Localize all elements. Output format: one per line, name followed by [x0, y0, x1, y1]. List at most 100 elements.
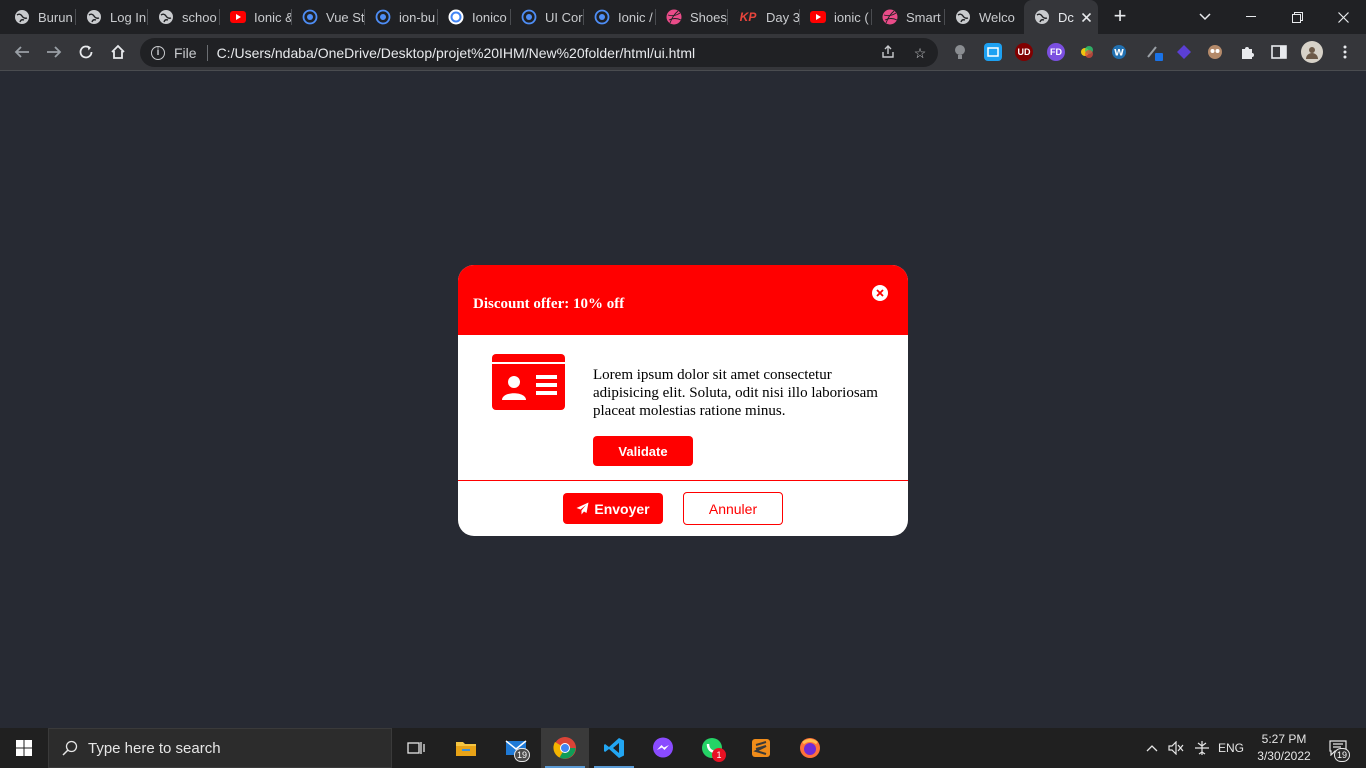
fd-extension-icon[interactable]: FD: [1047, 43, 1065, 61]
close-window-button[interactable]: [1320, 0, 1366, 34]
browser-tab[interactable]: ionic (: [800, 0, 872, 34]
minimize-button[interactable]: [1228, 0, 1274, 34]
svg-text:W: W: [1114, 49, 1124, 59]
globe-icon: [955, 9, 971, 25]
start-button[interactable]: [0, 728, 48, 768]
arrow-right-icon: [47, 46, 62, 58]
network-button[interactable]: [1190, 728, 1214, 768]
close-icon: [1337, 11, 1349, 23]
reload-icon: [79, 45, 93, 59]
browser-tab[interactable]: Vue St: [292, 0, 365, 34]
tab-title: Welco: [979, 9, 1015, 25]
pen-extension-icon[interactable]: [1146, 43, 1164, 61]
tab-title: Dc: [1058, 9, 1074, 25]
colorzilla-icon[interactable]: [1078, 43, 1096, 61]
browser-tab[interactable]: UI Cor: [511, 0, 584, 34]
tab-title: Burun: [38, 9, 73, 25]
address-bar[interactable]: i File C:/Users/ndaba/OneDrive/Desktop/p…: [140, 38, 938, 67]
notification-center-button[interactable]: 19: [1320, 728, 1356, 768]
modal-title: Discount offer: 10% off: [473, 296, 625, 312]
browser-tab[interactable]: Ionic /: [584, 0, 656, 34]
taskbar-search[interactable]: Type here to search: [48, 728, 392, 768]
validate-button[interactable]: Validate: [593, 436, 693, 466]
url-text[interactable]: C:/Users/ndaba/OneDrive/Desktop/projet%2…: [217, 45, 696, 61]
tab-title: ionic (: [834, 9, 869, 25]
whatsapp-badge: 1: [712, 748, 726, 762]
browser-tab[interactable]: Smart: [872, 0, 945, 34]
browser-tab[interactable]: Ionico: [438, 0, 511, 34]
browser-tab[interactable]: KP Day 3: [728, 0, 800, 34]
windows-logo-icon: [16, 740, 32, 756]
folder-icon: [456, 742, 476, 756]
side-panel-icon[interactable]: [1270, 43, 1288, 61]
search-placeholder: Type here to search: [88, 739, 221, 757]
extensions-puzzle-icon[interactable]: [1238, 43, 1256, 61]
clock[interactable]: 5:27 PM 3/30/2022: [1248, 731, 1320, 765]
tab-title: schoo: [182, 9, 217, 25]
forward-button[interactable]: [42, 40, 66, 64]
vscode-button[interactable]: [590, 728, 638, 768]
cube-extension-icon[interactable]: [1175, 43, 1193, 61]
close-tab-icon[interactable]: [1081, 9, 1091, 25]
discount-modal: Discount offer: 10% off Lorem ipsum dolo…: [458, 265, 908, 536]
ublock-icon[interactable]: UD: [1015, 43, 1033, 61]
info-icon[interactable]: i: [151, 45, 165, 60]
close-modal-button[interactable]: [872, 285, 888, 301]
file-explorer-button[interactable]: [442, 728, 490, 768]
wordpress-icon[interactable]: W: [1110, 43, 1128, 61]
tab-strip: Burun Log In schoo Ionic & Vue St ion-bu Ionic…: [0, 0, 1366, 34]
task-view-button[interactable]: [392, 728, 440, 768]
restore-button[interactable]: [1274, 0, 1320, 34]
modal-header: Discount offer: 10% off: [458, 265, 908, 335]
browser-tab[interactable]: Dc: [1024, 0, 1098, 34]
messenger-button[interactable]: [639, 728, 687, 768]
browser-tab[interactable]: Shoes: [656, 0, 728, 34]
modal-body-text: Lorem ipsum dolor sit amet consectetur a…: [593, 367, 878, 419]
youtube-icon: [810, 9, 826, 25]
lightbulb-icon[interactable]: [951, 43, 969, 61]
firefox-button[interactable]: [786, 728, 834, 768]
mail-button[interactable]: 19: [492, 728, 540, 768]
dribbble-icon: [882, 9, 898, 25]
cancel-button[interactable]: Annuler: [683, 492, 783, 525]
scheme-label: File: [174, 44, 197, 61]
chrome-button[interactable]: [541, 728, 589, 768]
arrow-left-icon: [14, 46, 29, 58]
tab-title: Shoes: [690, 9, 727, 25]
share-icon[interactable]: [880, 45, 896, 61]
ionic-icon: [521, 9, 537, 25]
task-view-icon: [407, 742, 425, 754]
bookmark-star-icon[interactable]: ☆: [912, 45, 928, 61]
profile-avatar[interactable]: [1301, 41, 1323, 63]
browser-tab[interactable]: ion-bu: [365, 0, 438, 34]
kp-icon: KP: [739, 10, 757, 24]
sublime-icon: [752, 739, 770, 757]
browser-tab[interactable]: Welco: [945, 0, 1017, 34]
tab-title: Log In: [110, 9, 147, 25]
language-indicator[interactable]: ENG: [1214, 728, 1248, 768]
owl-extension-icon[interactable]: [1206, 43, 1224, 61]
volume-button[interactable]: [1164, 728, 1188, 768]
ionic-icon: [375, 9, 391, 25]
sublime-text-button[interactable]: [737, 728, 785, 768]
browser-tab[interactable]: schoo: [148, 0, 220, 34]
new-tab-button[interactable]: +: [1109, 5, 1131, 29]
airplane-mode-icon: [1195, 741, 1209, 755]
back-button[interactable]: [10, 40, 34, 64]
browser-tab[interactable]: Ionic &: [220, 0, 292, 34]
tab-search-button[interactable]: [1182, 0, 1228, 34]
browser-tab[interactable]: Burun: [4, 0, 76, 34]
close-icon: [876, 289, 884, 297]
browser-menu-icon[interactable]: [1336, 43, 1354, 61]
reload-button[interactable]: [74, 40, 98, 64]
paper-plane-icon: [576, 502, 589, 515]
whatsapp-button[interactable]: 1: [688, 728, 736, 768]
vscode-icon: [604, 738, 624, 758]
screenshot-extension-icon[interactable]: [984, 43, 1002, 61]
browser-tab[interactable]: Log In: [76, 0, 148, 34]
send-button-label: Envoyer: [594, 500, 650, 517]
home-button[interactable]: [106, 40, 130, 64]
send-button[interactable]: Envoyer: [563, 493, 663, 524]
show-hidden-icons[interactable]: [1142, 728, 1162, 768]
ionic-icon: [302, 9, 318, 25]
